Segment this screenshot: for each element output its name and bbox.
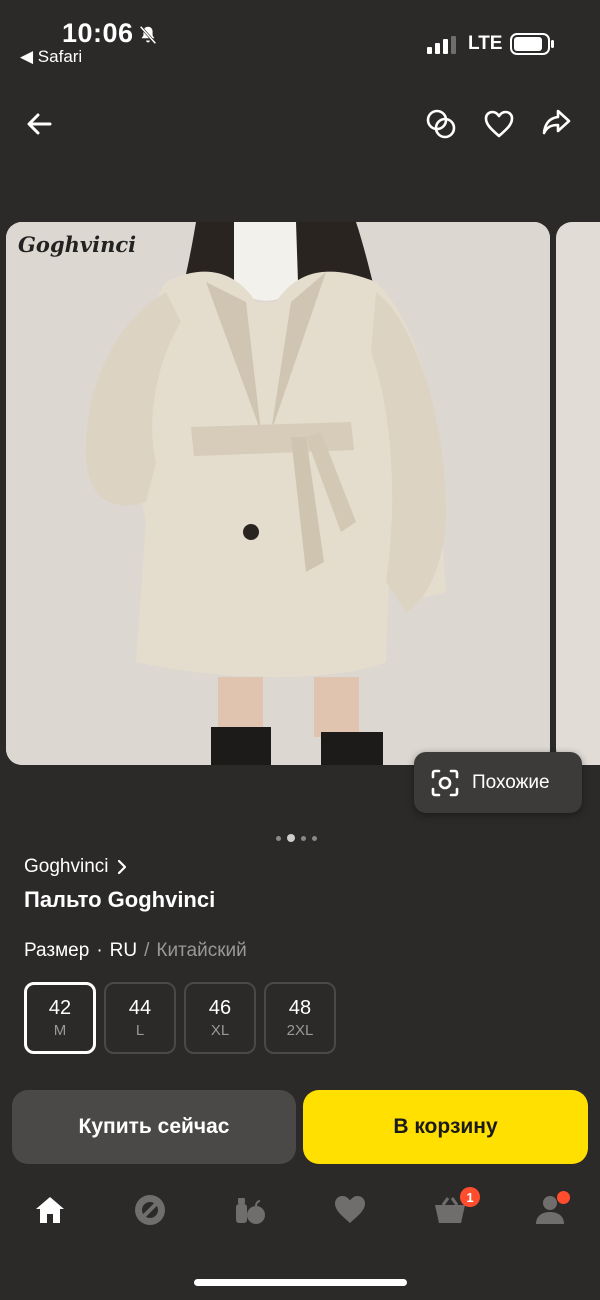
size-header: Размер · RU / Китайский — [24, 940, 247, 962]
battery-icon — [510, 33, 554, 55]
cart-count-badge: 1 — [460, 1187, 480, 1207]
chevron-right-icon — [117, 859, 126, 875]
bell-slash-icon — [139, 25, 157, 45]
buy-now-button[interactable]: Купить сейчас — [12, 1090, 296, 1164]
home-icon — [36, 1197, 64, 1223]
nav-alice[interactable] — [130, 1190, 170, 1230]
brand-link[interactable]: Goghvinci — [24, 856, 127, 878]
network-type: LTE — [468, 33, 503, 54]
grocery-icon — [236, 1198, 265, 1224]
alice-icon — [135, 1195, 165, 1225]
pagination-dot — [301, 835, 306, 841]
similar-items-button[interactable]: Похожие — [414, 752, 582, 813]
size-letter: 2XL — [286, 1022, 314, 1039]
size-letter: M — [53, 1022, 67, 1039]
compare-icon — [426, 109, 456, 139]
gallery-pagination — [276, 834, 317, 842]
home-indicator[interactable] — [194, 1279, 407, 1286]
status-time: 10:06 — [62, 18, 134, 48]
size-label: Размер — [24, 940, 90, 961]
visual-search-icon — [431, 769, 459, 796]
nav-grocery[interactable] — [230, 1190, 270, 1230]
size-option-42[interactable]: 42 M — [24, 982, 96, 1054]
coat-illustration — [6, 222, 550, 765]
heart-icon — [484, 110, 514, 138]
nav-favorites[interactable] — [330, 1190, 370, 1230]
similar-label: Похожие — [472, 771, 550, 793]
pagination-dot — [312, 835, 317, 841]
product-image[interactable]: Goghvinci — [6, 222, 550, 765]
size-options: 42 M 44 L 46 XL 48 2XL — [24, 982, 336, 1054]
signal-icon — [427, 36, 456, 54]
size-system-chinese[interactable]: Китайский — [156, 940, 246, 962]
compare-button[interactable] — [421, 104, 461, 144]
product-title: Пальто Goghvinci — [24, 887, 216, 912]
add-to-cart-button[interactable]: В корзину — [303, 1090, 588, 1164]
favorite-button[interactable] — [479, 104, 519, 144]
size-system-divider: / — [144, 940, 150, 961]
favorites-icon — [335, 1196, 365, 1223]
back-to-safari-link[interactable]: ◀ Safari — [20, 47, 82, 67]
pagination-dot — [276, 835, 281, 841]
pagination-dot-active — [287, 834, 295, 842]
nav-home[interactable] — [30, 1190, 70, 1230]
next-image-preview[interactable] — [556, 222, 600, 765]
brand-name: Goghvinci — [24, 856, 109, 877]
share-button[interactable] — [537, 104, 577, 144]
size-option-48[interactable]: 48 2XL — [264, 982, 336, 1054]
size-number: 46 — [208, 997, 232, 1019]
size-option-46[interactable]: 46 XL — [184, 982, 256, 1054]
share-icon — [542, 109, 571, 135]
size-option-44[interactable]: 44 L — [104, 982, 176, 1054]
arrow-left-icon — [27, 113, 52, 135]
brand-watermark: Goghvinci — [18, 232, 137, 257]
size-system-ru[interactable]: RU — [110, 940, 137, 962]
size-number: 44 — [128, 997, 152, 1019]
size-number: 42 — [48, 997, 72, 1019]
size-separator: · — [96, 940, 103, 961]
back-button[interactable] — [19, 104, 59, 144]
profile-notification-dot — [557, 1191, 570, 1204]
size-letter: XL — [210, 1022, 230, 1039]
size-letter: L — [135, 1022, 145, 1039]
size-number: 48 — [288, 997, 312, 1019]
